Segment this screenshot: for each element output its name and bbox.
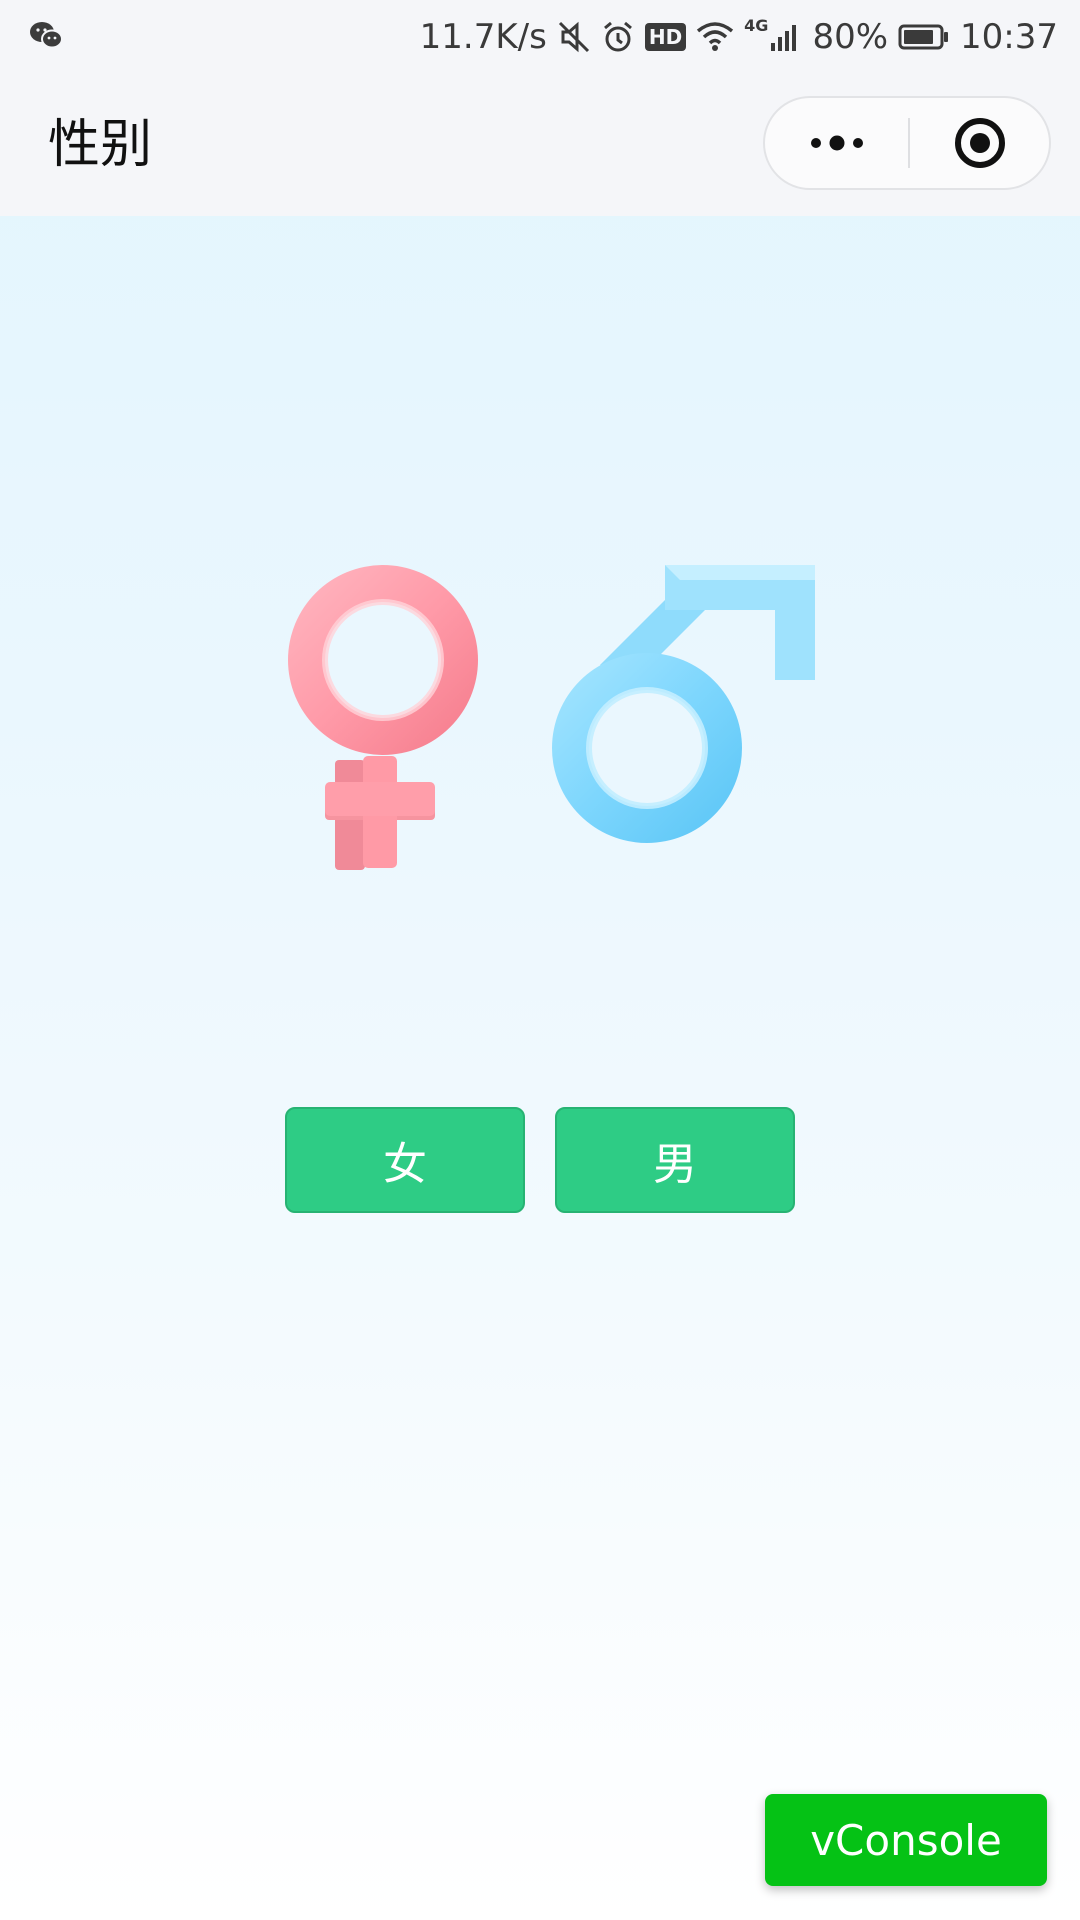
gender-illustration bbox=[288, 565, 815, 870]
mini-program-capsule bbox=[763, 96, 1051, 190]
mute-icon bbox=[558, 21, 589, 53]
battery-icon bbox=[898, 24, 949, 50]
alarm-icon bbox=[603, 21, 632, 52]
more-button[interactable] bbox=[765, 98, 908, 188]
male-symbol-icon bbox=[552, 565, 815, 843]
wechat-icon bbox=[30, 22, 63, 49]
signal-icon bbox=[771, 25, 797, 51]
network-speed: 11.7K/s bbox=[419, 17, 547, 57]
status-bar: 11.7K/s HD 4G 80% 10:37 bbox=[0, 0, 1080, 74]
status-indicators: 11.7K/s HD 4G 80% 10:37 bbox=[420, 12, 1058, 62]
network-type: 4G bbox=[744, 16, 769, 35]
nav-bar: 性别 bbox=[0, 74, 1080, 216]
female-symbol-icon bbox=[288, 565, 478, 870]
wifi-icon bbox=[697, 22, 734, 51]
close-button[interactable] bbox=[910, 98, 1049, 188]
hd-icon: HD bbox=[644, 23, 687, 51]
page-title: 性别 bbox=[48, 115, 153, 175]
target-close-icon bbox=[954, 118, 1005, 168]
more-dots-icon bbox=[810, 135, 863, 151]
female-button[interactable]: 女 bbox=[285, 1107, 525, 1213]
screen: 11.7K/s HD 4G 80% 10:37 性别 女 男 vConsole bbox=[0, 0, 1080, 1920]
vconsole-button[interactable]: vConsole bbox=[765, 1794, 1047, 1886]
battery-percent: 80% bbox=[812, 17, 889, 57]
male-button[interactable]: 男 bbox=[555, 1107, 795, 1213]
clock: 10:37 bbox=[960, 17, 1058, 57]
